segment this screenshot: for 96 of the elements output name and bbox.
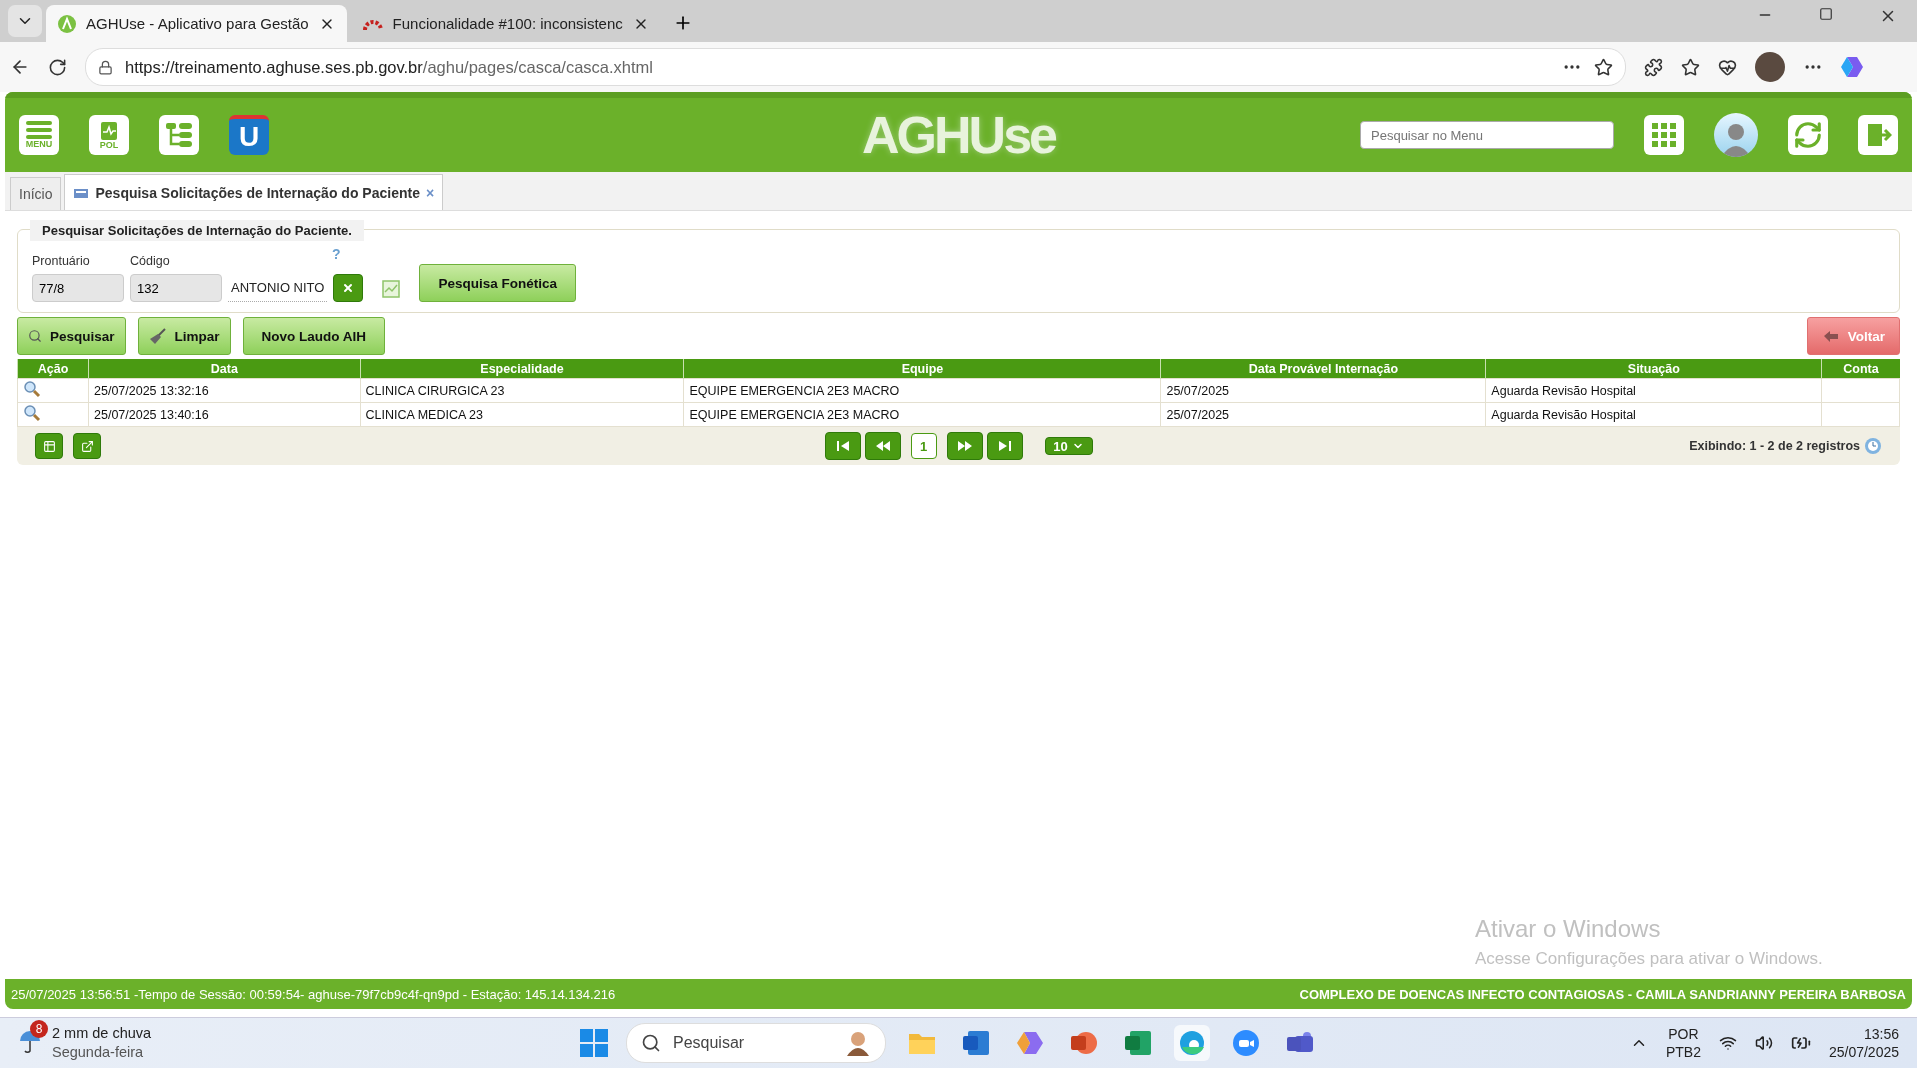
start-icon[interactable] xyxy=(580,1029,608,1057)
grid-icon xyxy=(1651,122,1677,148)
reload-icon[interactable] xyxy=(48,57,67,77)
figure-icon xyxy=(845,1030,871,1056)
language-indicator[interactable]: POR PTB2 xyxy=(1665,1025,1701,1061)
page-size-select[interactable]: 10 xyxy=(1044,437,1093,455)
browser-tab[interactable]: Funcionalidade #100: inconsistenc xyxy=(350,5,661,42)
app-icon xyxy=(58,14,76,33)
search-icon xyxy=(28,329,42,343)
table-cell: 25/07/2025 13:32:16 xyxy=(88,378,361,403)
first-page-icon xyxy=(835,440,850,452)
last-page-icon xyxy=(997,440,1012,452)
lock-icon[interactable] xyxy=(98,59,113,75)
page-icon xyxy=(73,186,90,199)
column-header: Conta xyxy=(1821,359,1900,379)
extensions-icon[interactable] xyxy=(1644,57,1663,77)
profile-avatar[interactable] xyxy=(1755,52,1785,82)
magnifier-icon[interactable] xyxy=(23,404,41,422)
tree-icon xyxy=(164,120,194,150)
rewind-icon xyxy=(874,440,891,452)
last-page-button[interactable] xyxy=(986,432,1023,460)
action-button[interactable]: Pesquisar xyxy=(17,317,126,355)
table-cell: 25/07/2025 13:40:16 xyxy=(88,402,361,427)
url-text: https://treinamento.aghuse.ses.pb.gov.br/aghu/pages/casca/casca.xhtml xyxy=(125,57,653,77)
table-cell: EQUIPE EMERGENCIA 2E3 MACRO xyxy=(684,378,1161,403)
input-field[interactable]: 77/8 xyxy=(32,274,124,302)
menu-search-field[interactable]: Pesquisar no Menu xyxy=(1360,121,1614,149)
fast-forward-icon xyxy=(956,440,973,452)
page-number[interactable]: 1 xyxy=(910,433,937,459)
table-cell: 25/07/2025 xyxy=(1160,378,1486,403)
field-label: Código xyxy=(130,254,171,268)
table-cell: Aguarda Revisão Hospital xyxy=(1485,378,1822,403)
table-cell: CLINICA CIRURGICA 23 xyxy=(360,378,684,403)
export-button[interactable] xyxy=(73,433,101,459)
favorites-icon[interactable] xyxy=(1681,57,1700,77)
column-header: Data xyxy=(88,359,361,379)
logout-button[interactable] xyxy=(1858,115,1898,155)
previous-page-button[interactable] xyxy=(864,432,901,460)
column-header: Data Provável Internação xyxy=(1160,359,1486,379)
address-field[interactable]: https://treinamento.aghuse.ses.pb.gov.br/aghu/pages/casca/casca.xhtml xyxy=(85,48,1626,86)
column-header: Especialidade xyxy=(360,359,684,379)
input-field[interactable]: 132 xyxy=(130,274,222,302)
phonetic-search-button[interactable]: Pesquisa Fonética xyxy=(419,264,576,302)
volume-icon[interactable] xyxy=(1754,1034,1773,1052)
wifi-icon[interactable] xyxy=(1718,1034,1737,1052)
column-header: Equipe xyxy=(684,359,1161,379)
page-tab[interactable]: Pesquisa Solicitações de Internação do Paciente × xyxy=(64,174,444,210)
column-header: Situação xyxy=(1485,359,1822,379)
menu-icon xyxy=(26,121,52,139)
tab-title: AGHUse - Aplicativo para Gestão xyxy=(86,15,309,32)
record-count: Exibindo: 1 - 2 de 2 registros xyxy=(1689,439,1860,453)
refresh-plus-button[interactable] xyxy=(1788,115,1828,155)
column-header: Ação xyxy=(17,359,89,379)
magnifier-icon[interactable] xyxy=(23,380,41,398)
weekday-text: Segunda-feira xyxy=(52,1043,145,1062)
broom-icon xyxy=(148,327,167,345)
table-icon xyxy=(42,439,56,453)
action-button[interactable]: Novo Laudo AIH xyxy=(242,317,386,355)
table-cell: EQUIPE EMERGENCIA 2E3 MACRO xyxy=(684,402,1161,427)
notification-badge: 8 xyxy=(30,1020,48,1038)
next-page-button[interactable] xyxy=(946,432,983,460)
refresh-icon xyxy=(1793,120,1823,150)
tab-title: Funcionalidade #100: inconsistenc xyxy=(392,15,623,32)
close-icon xyxy=(342,282,355,294)
maximize-icon[interactable] xyxy=(1819,7,1833,21)
tree-button[interactable] xyxy=(159,115,199,155)
user-avatar[interactable] xyxy=(1714,113,1758,157)
taskbar-search[interactable]: Pesquisar xyxy=(626,1023,886,1063)
clock[interactable]: 13:56 25/07/2025 xyxy=(1828,1025,1899,1061)
clear-button[interactable] xyxy=(333,274,364,302)
panel-title: Pesquisar Solicitações de Internação do Paciente. xyxy=(30,220,364,241)
grid-button[interactable] xyxy=(35,433,63,459)
user-info: COMPLEXO DE DOENCAS INFECTO CONTAGIOSAS - CAMILA SANDRIANNY PEREIRA BARBOSA xyxy=(1299,986,1906,1002)
star-icon[interactable] xyxy=(1594,57,1613,77)
activation-text: Acesse Configurações para ativar o Windows. xyxy=(1475,949,1823,969)
weather-text: 2 mm de chuva xyxy=(52,1024,152,1043)
action-button[interactable]: Limpar xyxy=(137,317,231,355)
table-cell: 25/07/2025 xyxy=(1160,402,1486,427)
external-link-icon xyxy=(80,439,94,453)
clock-icon xyxy=(1864,437,1882,455)
apps-grid-button[interactable] xyxy=(1644,115,1684,155)
edge-icon[interactable] xyxy=(1174,1025,1210,1061)
table-cell: Aguarda Revisão Hospital xyxy=(1485,402,1822,427)
field-label: Prontuário xyxy=(32,254,91,268)
page-tab[interactable]: Início xyxy=(10,177,62,210)
session-info: 25/07/2025 13:56:51 -Tempo de Sessão: 00:59:54- aghuse-79f7cb9c4f-qn9pd - Estação: 145.14.134.216 xyxy=(11,986,616,1002)
activation-title: Ativar o Windows xyxy=(1475,915,1661,943)
clipboard-icon xyxy=(98,120,120,140)
search-icon xyxy=(641,1033,661,1053)
app-logo: AGHUse xyxy=(862,105,1055,165)
browser-tab[interactable]: AGHUse - Aplicativo para Gestão xyxy=(46,5,347,42)
u-button[interactable]: U xyxy=(229,115,269,155)
table-cell: CLINICA MEDICA 23 xyxy=(360,402,684,427)
first-page-button[interactable] xyxy=(824,432,861,460)
heart-pulse-icon[interactable] xyxy=(1718,57,1737,77)
patient-name: ANTONIO NITO xyxy=(228,274,328,302)
